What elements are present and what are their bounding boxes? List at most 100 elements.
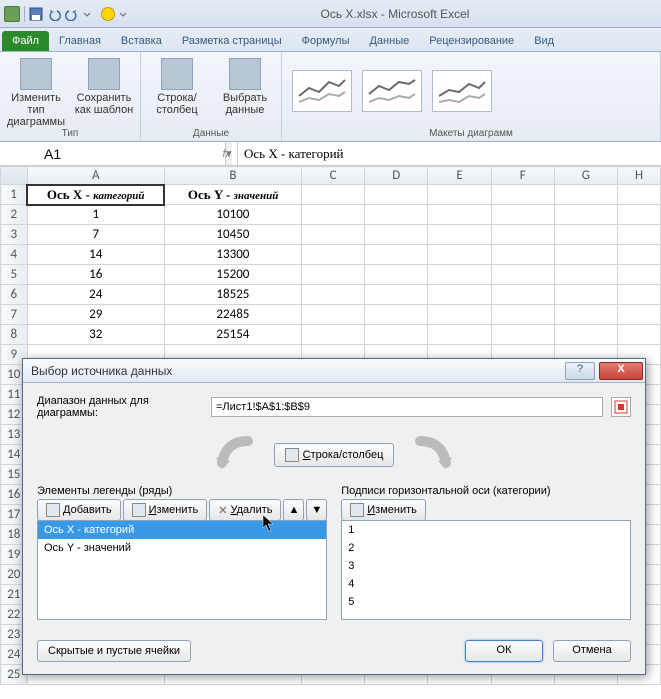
cell-B4[interactable]: 13300 [164, 245, 301, 265]
formula-input[interactable] [238, 142, 661, 165]
col-header-B[interactable]: B [164, 167, 301, 185]
tab-home[interactable]: Главная [49, 31, 111, 51]
cell-E3[interactable] [428, 225, 491, 245]
undo-icon[interactable] [47, 7, 61, 21]
hidden-cells-button[interactable]: Скрытые и пустые ячейки [37, 640, 191, 662]
cell-C4[interactable] [301, 245, 364, 265]
select-data-button[interactable]: Выбрать данные [215, 54, 275, 116]
cell-A3[interactable]: 7 [27, 225, 164, 245]
category-item-2[interactable]: 3 [342, 557, 630, 575]
edit-series-button[interactable]: Изменить [123, 499, 208, 521]
col-header-D[interactable]: D [365, 167, 428, 185]
tab-review[interactable]: Рецензирование [419, 31, 524, 51]
category-item-1[interactable]: 2 [342, 539, 630, 557]
cell-F8[interactable] [491, 325, 554, 345]
series-listbox[interactable]: Ось X - категорийОсь Y - значений [37, 520, 327, 620]
cell-H2[interactable] [618, 205, 661, 225]
cell-D3[interactable] [365, 225, 428, 245]
smiley-icon[interactable] [101, 7, 115, 21]
tab-insert[interactable]: Вставка [111, 31, 172, 51]
delete-series-button[interactable]: ✕Удалить [209, 499, 281, 521]
switch-row-column-button[interactable]: Строка/столбец [147, 54, 207, 116]
category-item-4[interactable]: 5 [342, 593, 630, 611]
cell-D4[interactable] [365, 245, 428, 265]
cell-G5[interactable] [554, 265, 617, 285]
cell-A4[interactable]: 14 [27, 245, 164, 265]
chart-layout-1[interactable] [292, 70, 352, 112]
cell-H1[interactable] [618, 185, 661, 205]
row-header-6[interactable]: 6 [1, 285, 28, 305]
dialog-close-button[interactable]: X [599, 362, 643, 380]
tab-file[interactable]: Файл [2, 31, 49, 51]
save-icon[interactable] [29, 7, 43, 21]
cell-F1[interactable] [491, 185, 554, 205]
cell-F4[interactable] [491, 245, 554, 265]
cell-B2[interactable]: 10100 [164, 205, 301, 225]
row-header-7[interactable]: 7 [1, 305, 28, 325]
cell-G8[interactable] [554, 325, 617, 345]
col-header-F[interactable]: F [491, 167, 554, 185]
tab-page-layout[interactable]: Разметка страницы [172, 31, 292, 51]
tab-view[interactable]: Вид [524, 31, 564, 51]
cell-A8[interactable]: 32 [27, 325, 164, 345]
cell-F3[interactable] [491, 225, 554, 245]
cell-C3[interactable] [301, 225, 364, 245]
cell-D2[interactable] [365, 205, 428, 225]
cell-H5[interactable] [618, 265, 661, 285]
col-header-C[interactable]: C [301, 167, 364, 185]
row-header-2[interactable]: 2 [1, 205, 28, 225]
cell-F6[interactable] [491, 285, 554, 305]
col-header-A[interactable]: A [27, 167, 164, 185]
cell-E7[interactable] [428, 305, 491, 325]
cell-B1[interactable]: Ось Y - значений [164, 185, 301, 205]
categories-listbox[interactable]: 12345 [341, 520, 631, 620]
cell-H6[interactable] [618, 285, 661, 305]
cell-G3[interactable] [554, 225, 617, 245]
cell-B3[interactable]: 10450 [164, 225, 301, 245]
cell-E2[interactable] [428, 205, 491, 225]
col-header-H[interactable]: H [618, 167, 661, 185]
cell-C8[interactable] [301, 325, 364, 345]
cell-H4[interactable] [618, 245, 661, 265]
edit-axis-button[interactable]: Изменить [341, 499, 426, 521]
row-header-3[interactable]: 3 [1, 225, 28, 245]
row-header-8[interactable]: 8 [1, 325, 28, 345]
qat-dropdown-icon[interactable] [83, 7, 97, 21]
cell-C6[interactable] [301, 285, 364, 305]
series-item-0[interactable]: Ось X - категорий [38, 521, 326, 539]
cell-E8[interactable] [428, 325, 491, 345]
cell-B8[interactable]: 25154 [164, 325, 301, 345]
cell-H7[interactable] [618, 305, 661, 325]
move-down-button[interactable]: ▼ [306, 499, 327, 521]
cell-B5[interactable]: 15200 [164, 265, 301, 285]
select-all-cell[interactable] [1, 167, 28, 185]
cell-D7[interactable] [365, 305, 428, 325]
cell-D1[interactable] [365, 185, 428, 205]
cell-F7[interactable] [491, 305, 554, 325]
name-box[interactable]: ▾ [0, 142, 174, 165]
change-chart-type-button[interactable]: Изменить тип диаграммы [6, 54, 66, 128]
cell-H3[interactable] [618, 225, 661, 245]
cell-A6[interactable]: 24 [27, 285, 164, 305]
cell-D6[interactable] [365, 285, 428, 305]
cell-A7[interactable]: 29 [27, 305, 164, 325]
cell-E6[interactable] [428, 285, 491, 305]
move-up-button[interactable]: ▲ [283, 499, 304, 521]
cell-A2[interactable]: 1 [27, 205, 164, 225]
series-item-1[interactable]: Ось Y - значений [38, 539, 326, 557]
cell-B6[interactable]: 18525 [164, 285, 301, 305]
row-header-4[interactable]: 4 [1, 245, 28, 265]
qat-dropdown2-icon[interactable] [119, 7, 133, 21]
cell-H8[interactable] [618, 325, 661, 345]
cell-C1[interactable] [301, 185, 364, 205]
switch-row-column-dialog-button[interactable]: Строка/столбец [274, 443, 395, 467]
chart-layout-2[interactable] [362, 70, 422, 112]
col-header-G[interactable]: G [554, 167, 617, 185]
save-template-button[interactable]: Сохранить как шаблон [74, 54, 134, 116]
cell-E1[interactable] [428, 185, 491, 205]
ok-button[interactable]: ОК [465, 640, 543, 662]
cell-G2[interactable] [554, 205, 617, 225]
cell-G1[interactable] [554, 185, 617, 205]
add-series-button[interactable]: Добавить [37, 499, 121, 521]
cell-E5[interactable] [428, 265, 491, 285]
